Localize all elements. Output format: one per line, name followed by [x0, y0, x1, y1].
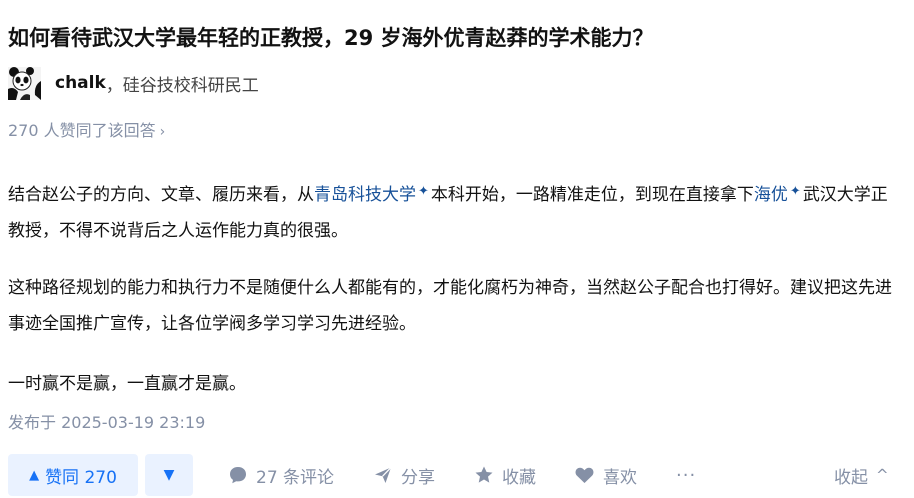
author-bio: 硅谷技校科研民工 — [122, 75, 259, 96]
answer-paragraph-3: 一时赢不是赢，一直赢才是赢。 — [8, 374, 246, 394]
sparkle-icon: ✦ — [418, 184, 429, 199]
author-separator: ， — [105, 75, 123, 96]
comment-label: 27 条评论 — [256, 467, 335, 488]
vote-count-text: 270 人赞同了该回答 — [8, 121, 156, 140]
vote-up-label: 赞同 270 — [45, 467, 117, 488]
link-haiyou[interactable]: 海优 — [754, 185, 788, 205]
like-label: 喜欢 — [603, 467, 637, 488]
like-button[interactable]: 喜欢 — [574, 454, 637, 496]
collapse-label: 收起 — [834, 467, 868, 488]
sparkle-icon: ✦ — [789, 184, 801, 199]
answer-card: 如何看待武汉大学最年轻的正教授，29 岁海外优青赵莽的学术能力？ chalk ，… — [0, 0, 914, 498]
heart-icon — [575, 467, 594, 483]
more-options-button[interactable]: ··· — [676, 454, 696, 496]
p1-text-before: 结合赵公子的方向、文章、履历来看，从 — [8, 185, 314, 205]
chevron-up-icon: ^ — [876, 466, 889, 484]
publish-time[interactable]: 发布于 2025-03-19 23:19 — [8, 410, 205, 436]
triangle-up-icon: ▲ — [29, 467, 40, 483]
share-icon — [375, 467, 392, 483]
answer-paragraph-2: 这种路径规划的能力和执行力不是随便什么人都能有的，才能化腐朽为神奇，当然赵公子配… — [8, 278, 892, 334]
question-title[interactable]: 如何看待武汉大学最年轻的正教授，29 岁海外优青赵莽的学术能力？ — [8, 21, 654, 55]
favorite-button[interactable]: 收藏 — [474, 454, 536, 496]
vote-count-summary[interactable]: 270 人赞同了该回答 › — [8, 118, 165, 145]
collapse-button[interactable]: 收起 ^ — [834, 454, 889, 496]
comment-button[interactable]: 27 条评论 — [228, 454, 334, 496]
triangle-down-icon: ▼ — [163, 467, 175, 483]
chevron-right-icon: › — [159, 124, 166, 140]
comment-icon — [230, 467, 246, 484]
share-label: 分享 — [401, 467, 435, 488]
favorite-label: 收藏 — [502, 467, 536, 488]
link-qingdao-keji-daxue[interactable]: 青岛科技大学 — [314, 185, 416, 205]
action-bar: ▲ 赞同 270 ▼ 27 条评论 分享 收藏 喜欢 ··· 收起 ^ — [8, 454, 906, 496]
answer-paragraph-1: 结合赵公子的方向、文章、履历来看，从青岛科技大学 ✦ 本科开始，一路精准走位，到现在… — [8, 174, 898, 249]
vote-down-button[interactable]: ▼ — [145, 454, 193, 496]
avatar[interactable] — [8, 66, 41, 100]
author-name[interactable]: chalk — [55, 73, 106, 93]
author-info: chalk ， 硅谷技校科研民工 — [8, 66, 259, 100]
star-icon — [475, 466, 493, 483]
p1-text-middle: 本科开始，一路精准走位，到现在直接拿下 — [430, 185, 754, 205]
vote-up-button[interactable]: ▲ 赞同 270 — [8, 454, 138, 496]
more-icon: ··· — [676, 464, 697, 486]
share-button[interactable]: 分享 — [373, 454, 435, 496]
